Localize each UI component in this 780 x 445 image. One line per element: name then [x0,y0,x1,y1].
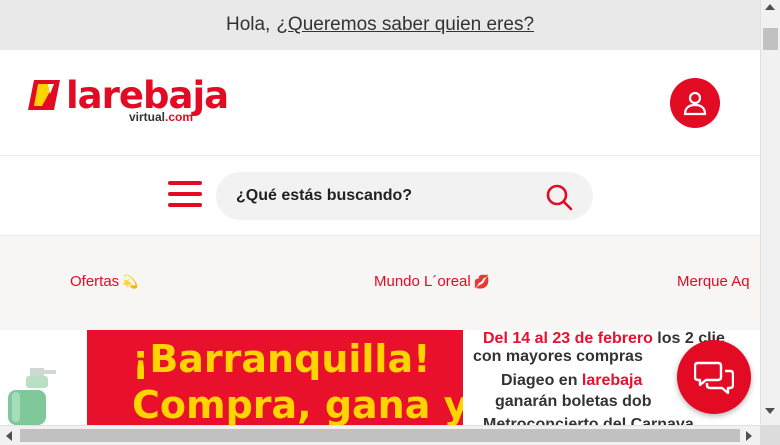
lips-icon: 💋 [473,274,490,289]
greeting-bar: Hola, ¿Queremos saber quien eres? [0,0,760,50]
category-label: Merque Aq [677,273,750,290]
scroll-down-icon[interactable] [765,408,775,414]
scroll-left-icon[interactable] [6,431,12,441]
vertical-scrollbar[interactable] [760,0,780,425]
user-icon [683,91,707,116]
category-merque-aqui[interactable]: Merque Aq [677,273,750,290]
search-row [0,157,760,236]
category-mundo-loreal[interactable]: Mundo L´oreal 💋 [374,273,490,290]
menu-line [168,203,202,207]
category-label: Mundo L´oreal [374,273,471,290]
logo-sub-suffix: .com [165,110,194,124]
menu-line [168,192,202,196]
search-box [216,172,593,220]
menu-line [168,181,202,185]
product-thumbnail[interactable] [0,330,87,425]
promo-headline-line-2: Compra, gana y [132,383,469,425]
menu-icon[interactable] [168,181,202,211]
horizontal-scroll-thumb[interactable] [20,429,740,442]
chat-button[interactable] [677,340,751,414]
promo-line-2: con mayores compras [473,348,643,365]
search-icon[interactable] [544,182,574,212]
search-input[interactable] [236,172,536,220]
logo[interactable]: larebaja virtual.com [28,74,229,126]
vertical-scroll-thumb[interactable] [763,28,778,50]
category-label: Ofertas [70,273,120,290]
promo-line-3-brand: larebaja [581,372,643,389]
scroll-up-icon[interactable] [765,4,775,10]
promo-line-3: Diageo en larebaja [501,372,642,390]
promo-line-4: ganarán boletas dob [495,393,652,410]
promo-headline-line-1: ¡Barranquilla! [132,337,431,381]
logo-sub-main: virtual [129,110,166,124]
promo-dates-range: Del 14 al 23 de febrero [483,330,653,347]
promo-line-5: Metroconcierto del Carnava [483,416,694,425]
dizzy-icon: 💫 [122,274,139,289]
horizontal-scrollbar[interactable] [0,425,760,445]
scroll-right-icon[interactable] [746,431,752,441]
promo-banner[interactable]: ¡Barranquilla! Compra, gana y Del 14 al … [0,330,760,425]
category-ofertas[interactable]: Ofertas 💫 [70,273,138,290]
user-account-button[interactable] [670,78,720,128]
header: larebaja virtual.com [0,50,760,156]
page: Hola, ¿Queremos saber quien eres? lareba… [0,0,780,445]
category-bar: Ofertas 💫 Mundo L´oreal 💋 Merque Aq [0,236,760,330]
logo-sub-text: virtual.com [129,110,193,124]
bottle-icon [8,368,56,425]
logo-mark-icon [28,80,60,110]
promo-headline: ¡Barranquilla! Compra, gana y [132,336,468,425]
scrollbar-corner [760,425,780,445]
greeting-login-link[interactable]: ¿Queremos saber quien eres? [276,14,534,36]
greeting-text: Hola, [225,14,271,35]
promo-image: ¡Barranquilla! Compra, gana y Del 14 al … [87,330,760,425]
chat-icon [694,361,734,395]
promo-line-3-a: Diageo en [501,372,582,389]
promo-dates: Del 14 al 23 de febrero los 2 clie [483,330,725,348]
